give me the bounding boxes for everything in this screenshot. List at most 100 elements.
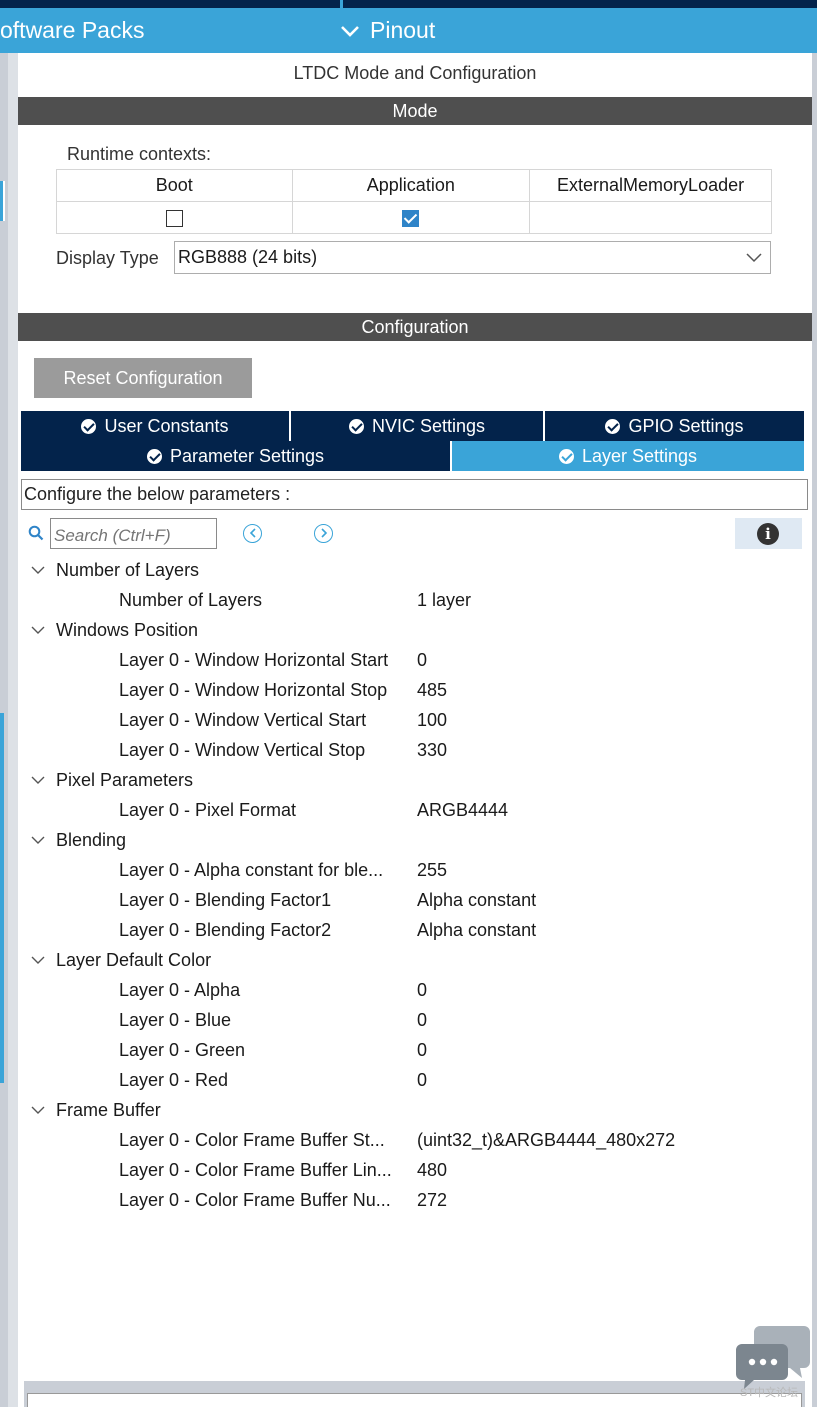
parameter-value[interactable]: (uint32_t)&ARGB4444_480x272 (417, 1125, 675, 1155)
configuration-section-header[interactable]: Configuration (18, 313, 812, 341)
parameter-row[interactable]: Layer 0 - Red 0 (18, 1065, 812, 1095)
left-panel-tab[interactable] (0, 181, 5, 221)
parameter-tree: Number of Layers Number of Layers 1 layer W… (18, 555, 812, 1215)
boot-checkbox[interactable] (165, 209, 183, 227)
runtime-contexts-label: Runtime contexts: (67, 144, 212, 164)
top-menu-strip (0, 0, 817, 8)
parameter-row[interactable]: Layer 0 - Green 0 (18, 1035, 812, 1065)
check-circle-icon (146, 448, 162, 464)
parameter-name: Layer 0 - Alpha constant for ble... (119, 860, 384, 880)
parameter-value[interactable]: ARGB4444 (417, 795, 508, 825)
check-circle-icon (348, 418, 364, 434)
tree-group[interactable]: Frame Buffer (18, 1095, 812, 1125)
chevron-down-icon[interactable] (31, 565, 45, 575)
parameter-value[interactable]: 272 (417, 1185, 447, 1215)
check-circle-icon (558, 448, 574, 464)
display-type-label: Display Type (56, 248, 159, 268)
chevron-down-icon[interactable] (31, 835, 45, 845)
chevron-down-icon[interactable] (31, 775, 45, 785)
parameter-row[interactable]: Layer 0 - Pixel Format ARGB4444 (18, 795, 812, 825)
panel-title: LTDC Mode and Configuration (293, 63, 537, 83)
parameter-name: Layer 0 - Blending Factor1 (119, 890, 332, 910)
pinout-menu[interactable]: Pinout (340, 17, 435, 44)
context-header-application: Application (291, 169, 531, 202)
parameter-row[interactable]: Layer 0 - Alpha constant for ble... 255 (18, 855, 812, 885)
forum-watermark-text: ST中文论坛 (740, 1387, 799, 1399)
parameter-row[interactable]: Layer 0 - Window Horizontal Stop 485 (18, 675, 812, 705)
parameter-row[interactable]: Layer 0 - Window Vertical Stop 330 (18, 735, 812, 765)
next-result-button[interactable] (314, 524, 333, 543)
parameter-row[interactable]: Layer 0 - Blue 0 (18, 1005, 812, 1035)
parameter-name: Layer 0 - Red (119, 1070, 229, 1090)
parameter-row[interactable]: Layer 0 - Color Frame Buffer Nu... 272 (18, 1185, 812, 1215)
parameter-name: Layer 0 - Color Frame Buffer Nu... (119, 1190, 391, 1210)
parameter-row[interactable]: Layer 0 - Color Frame Buffer St... (uint3… (18, 1125, 812, 1155)
parameter-value[interactable]: Alpha constant (417, 885, 536, 915)
tree-group-label: Pixel Parameters (56, 770, 194, 790)
parameter-name: Layer 0 - Window Vertical Start (119, 710, 367, 730)
tree-group[interactable]: Number of Layers (18, 555, 812, 585)
tree-group[interactable]: Layer Default Color (18, 945, 812, 975)
info-button[interactable]: i (735, 518, 802, 549)
parameter-row[interactable]: Layer 0 - Alpha 0 (18, 975, 812, 1005)
parameter-value[interactable]: 0 (417, 1035, 427, 1065)
parameter-value[interactable]: 255 (417, 855, 447, 885)
tree-group-label: Frame Buffer (56, 1100, 161, 1120)
previous-result-button[interactable] (243, 524, 262, 543)
info-icon: i (757, 523, 779, 545)
tab-gpio-settings[interactable]: GPIO Settings (545, 411, 804, 441)
chevron-down-icon[interactable] (31, 955, 45, 965)
parameter-name: Layer 0 - Blue (119, 1010, 232, 1030)
parameter-value[interactable]: 485 (417, 675, 447, 705)
tab-parameter-settings[interactable]: Parameter Settings (21, 441, 452, 471)
parameter-value[interactable]: 0 (417, 645, 427, 675)
parameter-value[interactable]: 0 (417, 1065, 427, 1095)
parameter-value[interactable]: 0 (417, 1005, 427, 1035)
parameter-value[interactable]: Alpha constant (417, 915, 536, 945)
parameter-row[interactable]: Layer 0 - Color Frame Buffer Lin... 480 (18, 1155, 812, 1185)
parameter-name: Layer 0 - Pixel Format (119, 800, 297, 820)
display-type-select[interactable]: RGB888 (24 bits) (174, 241, 771, 274)
search-input[interactable] (50, 518, 217, 549)
tree-group[interactable]: Blending (18, 825, 812, 855)
parameter-row[interactable]: Number of Layers 1 layer (18, 585, 812, 615)
tree-group-label: Windows Position (56, 620, 199, 640)
mode-section-header[interactable]: Mode (18, 97, 812, 125)
parameter-name: Layer 0 - Window Vertical Stop (119, 740, 366, 760)
ltdc-configuration-panel: LTDC Mode and Configuration Mode Runtime… (18, 53, 812, 1407)
configure-parameters-hint: Configure the below parameters : (21, 479, 808, 510)
application-checkbox[interactable] (402, 209, 420, 227)
right-scrollbar[interactable] (812, 53, 817, 1407)
parameter-name: Layer 0 - Blending Factor2 (119, 920, 332, 940)
parameter-row[interactable]: Layer 0 - Window Vertical Start 100 (18, 705, 812, 735)
tab-user-constants[interactable]: User Constants (21, 411, 291, 441)
tab-nvic-settings[interactable]: NVIC Settings (291, 411, 545, 441)
chevron-left-icon (249, 528, 256, 538)
software-packs-menu[interactable]: oftware Packs (0, 17, 144, 44)
tree-group[interactable]: Pixel Parameters (18, 765, 812, 795)
parameter-value[interactable]: 0 (417, 975, 427, 1005)
parameter-value[interactable]: 480 (417, 1155, 447, 1185)
context-header-boot: Boot (56, 169, 293, 202)
pinout-label: Pinout (370, 17, 436, 43)
chevron-down-icon[interactable] (31, 625, 45, 635)
tree-group-label: Blending (56, 830, 127, 850)
parameter-name: Number of Layers (119, 590, 263, 610)
parameter-name: Layer 0 - Window Horizontal Start (119, 650, 389, 670)
bottom-panel-divider[interactable] (24, 1381, 805, 1407)
search-toolbar: i (26, 518, 804, 552)
parameter-row[interactable]: Layer 0 - Blending Factor2 Alpha constant (18, 915, 812, 945)
chevron-down-icon (341, 25, 359, 37)
search-icon (28, 525, 44, 541)
parameter-name: Layer 0 - Window Horizontal Stop (119, 680, 388, 700)
parameter-row[interactable]: Layer 0 - Blending Factor1 Alpha constant (18, 885, 812, 915)
parameter-value[interactable]: 1 layer (417, 585, 471, 615)
tab-layer-settings[interactable]: Layer Settings (452, 441, 804, 471)
parameter-value[interactable]: 330 (417, 735, 447, 765)
top-navigation-bar: oftware Packs Pinout (0, 8, 817, 53)
tree-group[interactable]: Windows Position (18, 615, 812, 645)
chevron-down-icon[interactable] (31, 1105, 45, 1115)
parameter-value[interactable]: 100 (417, 705, 447, 735)
reset-configuration-button[interactable]: Reset Configuration (34, 358, 252, 398)
parameter-row[interactable]: Layer 0 - Window Horizontal Start 0 (18, 645, 812, 675)
